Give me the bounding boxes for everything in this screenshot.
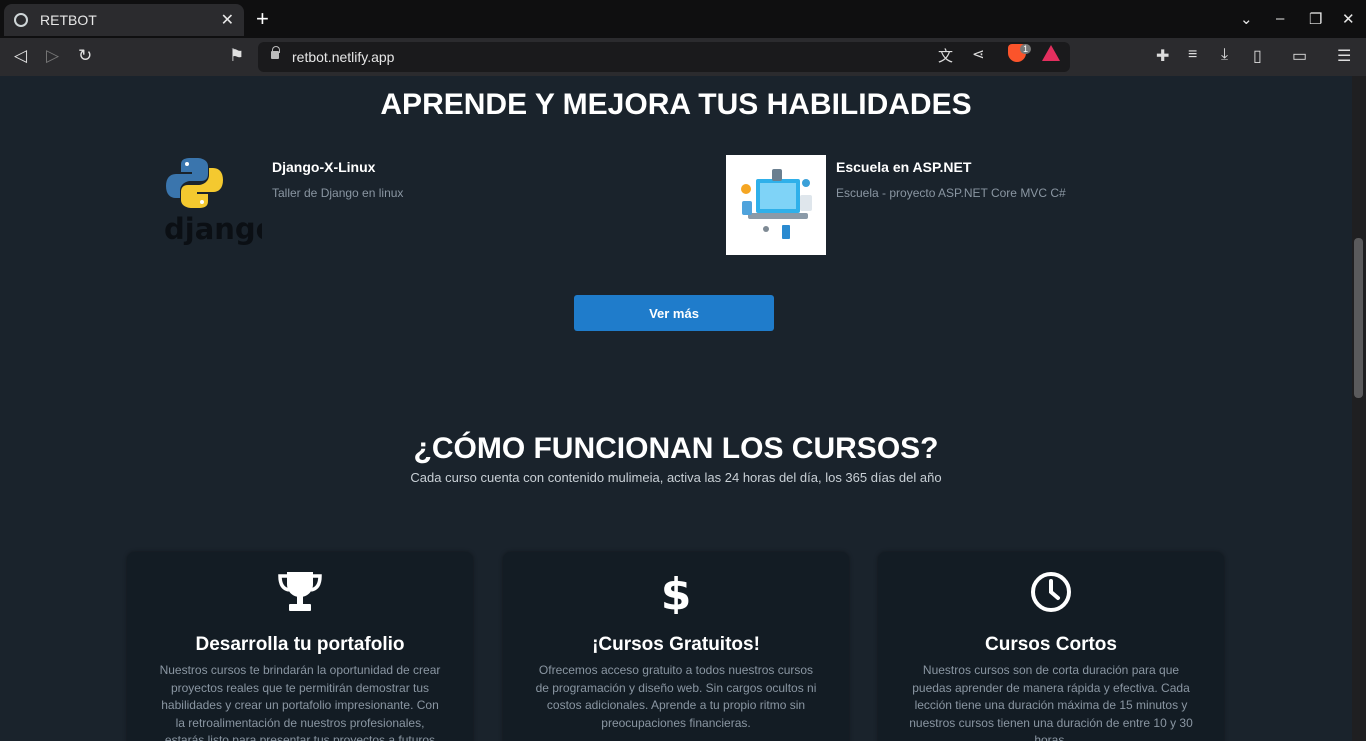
new-tab-button[interactable]: + — [256, 8, 269, 30]
course-description: Taller de Django en linux — [272, 186, 404, 200]
card-text: Nuestros cursos te brindarán la oportuni… — [159, 663, 441, 741]
tab-list-chevron-icon[interactable]: ⌄ — [1240, 10, 1253, 28]
card-title: ¡Cursos Gratuitos! — [592, 634, 760, 655]
extensions-icon[interactable]: ✚ — [1156, 46, 1169, 66]
page-scrollbar[interactable] — [1352, 76, 1366, 741]
clock-icon — [878, 570, 1224, 616]
course-title[interactable]: Escuela en ASP.NET — [836, 159, 971, 175]
card-text: Ofrecemos acceso gratuito a todos nuestr… — [535, 663, 817, 730]
browser-tab[interactable]: RETBOT ✕ — [4, 4, 244, 36]
forward-icon[interactable]: ▷ — [46, 46, 59, 66]
card-title: Cursos Cortos — [985, 634, 1117, 655]
sidebar-icon[interactable]: ▯ — [1253, 46, 1262, 66]
django-logo: django — [162, 155, 276, 255]
shields-count-badge: 1 — [1020, 44, 1032, 54]
how-subheading: Cada curso cuenta con contenido mulimeia… — [410, 470, 942, 485]
brave-rewards-icon[interactable] — [1042, 45, 1060, 61]
dollar-icon: $ — [503, 570, 849, 616]
svg-text:django: django — [164, 212, 262, 246]
course-title[interactable]: Django-X-Linux — [272, 159, 375, 175]
card-text: Nuestros cursos son de corta duración pa… — [909, 663, 1193, 741]
site-favicon-icon — [14, 13, 28, 27]
restore-icon[interactable]: ❐ — [1309, 10, 1322, 28]
feature-card-free: $ ¡Cursos Gratuitos! Ofrecemos acceso gr… — [503, 552, 849, 741]
feature-card-short: Cursos Cortos Nuestros cursos son de cor… — [878, 552, 1224, 741]
window-close-icon[interactable]: ✕ — [1342, 10, 1355, 28]
back-icon[interactable]: ◁ — [14, 46, 27, 66]
scrollbar-thumb[interactable] — [1354, 238, 1363, 398]
trophy-icon — [127, 570, 473, 616]
translate-icon[interactable]: 文 — [938, 45, 953, 66]
reload-icon[interactable]: ↻ — [78, 46, 92, 66]
url-text: retbot.netlify.app — [292, 49, 395, 65]
svg-text:$: $ — [661, 570, 691, 614]
skills-heading: APRENDE Y MEJORA TUS HABILIDADES — [380, 88, 972, 121]
share-icon[interactable]: ⋖ — [972, 45, 985, 63]
downloads-icon[interactable]: ⤓ — [1221, 46, 1228, 64]
feature-card-portfolio: Desarrolla tu portafolio Nuestros cursos… — [127, 552, 473, 741]
aspnet-thumbnail — [726, 155, 826, 255]
playlist-icon[interactable]: ≡ — [1188, 46, 1197, 64]
how-heading: ¿CÓMO FUNCIONAN LOS CURSOS? — [413, 432, 939, 465]
see-more-button[interactable]: Ver más — [574, 295, 774, 331]
page-content: APRENDE Y MEJORA TUS HABILIDADES django … — [0, 76, 1352, 741]
tab-title: RETBOT — [40, 12, 97, 28]
tab-close-icon[interactable]: ✕ — [221, 10, 234, 30]
browser-toolbar: ◁ ▷ ↻ ⚑ retbot.netlify.app 文 ⋖ 1 ✚ ≡ ⤓ ▯… — [0, 38, 1366, 76]
course-description: Escuela - proyecto ASP.NET Core MVC C# — [836, 186, 1066, 200]
lock-icon — [271, 46, 280, 59]
minimize-icon[interactable]: – — [1276, 10, 1284, 27]
menu-icon[interactable]: ☰ — [1337, 46, 1351, 66]
wallet-icon[interactable]: ▭ — [1292, 46, 1307, 66]
card-title: Desarrolla tu portafolio — [195, 634, 405, 655]
bookmark-icon[interactable]: ⚑ — [229, 46, 244, 66]
browser-tab-bar: RETBOT ✕ + ⌄ – ❐ ✕ — [0, 0, 1366, 38]
